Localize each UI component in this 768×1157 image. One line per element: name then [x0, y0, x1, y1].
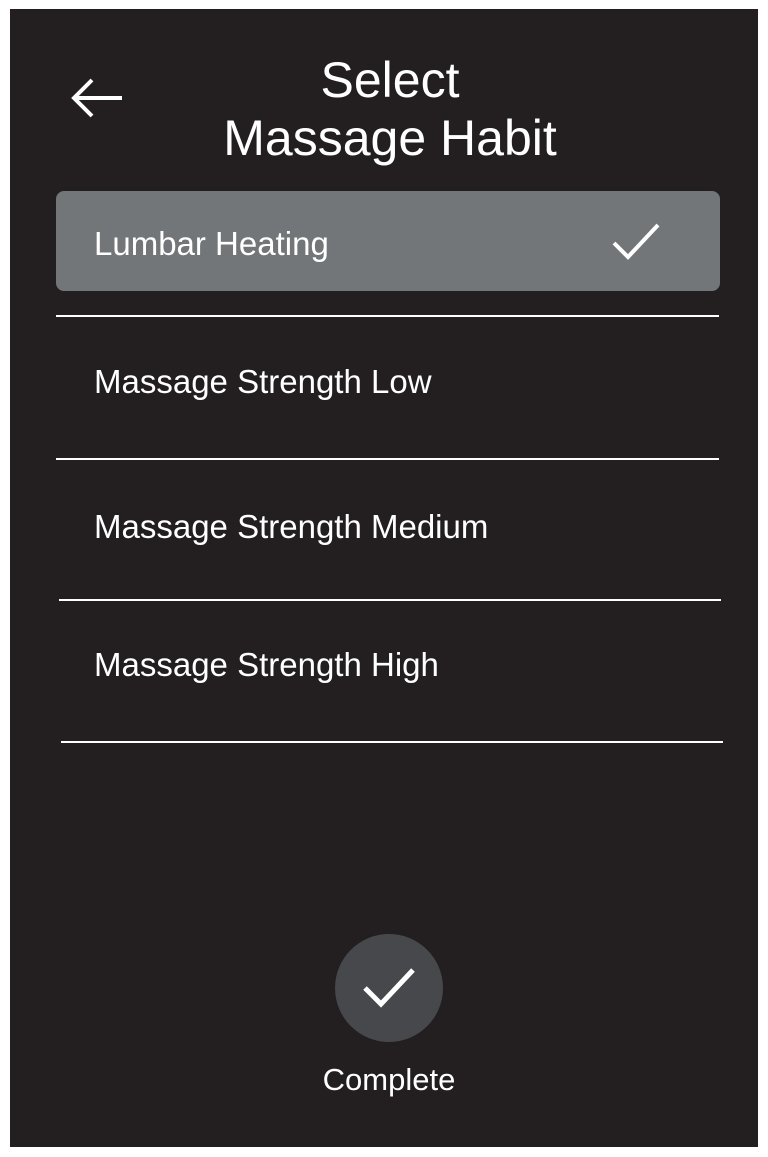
divider: [61, 741, 723, 743]
option-label: Massage Strength High: [94, 646, 439, 683]
page-title-line-2: Massage Habit: [223, 110, 557, 166]
divider: [56, 315, 719, 317]
check-icon: [363, 968, 415, 1008]
divider: [59, 599, 721, 601]
divider: [56, 458, 719, 460]
back-button[interactable]: [68, 77, 126, 119]
massage-habit-screen: Select Massage Habit Lumbar Heating Mass…: [10, 9, 758, 1147]
option-massage-strength-medium[interactable]: Massage Strength Medium: [56, 474, 720, 574]
complete-button[interactable]: [335, 934, 443, 1042]
option-massage-strength-high[interactable]: Massage Strength High: [56, 612, 720, 712]
check-icon: [612, 223, 660, 260]
complete-label: Complete: [322, 1062, 456, 1097]
option-label: Massage Strength Medium: [94, 508, 489, 545]
option-label: Massage Strength Low: [94, 363, 432, 400]
page-title-line-1: Select: [320, 52, 460, 108]
left-arrow-icon: [71, 78, 122, 118]
option-massage-strength-low[interactable]: Massage Strength Low: [56, 329, 720, 429]
option-lumbar-heating[interactable]: Lumbar Heating: [56, 191, 720, 291]
option-label: Lumbar Heating: [94, 225, 329, 262]
page-title: Select Massage Habit: [140, 51, 640, 167]
